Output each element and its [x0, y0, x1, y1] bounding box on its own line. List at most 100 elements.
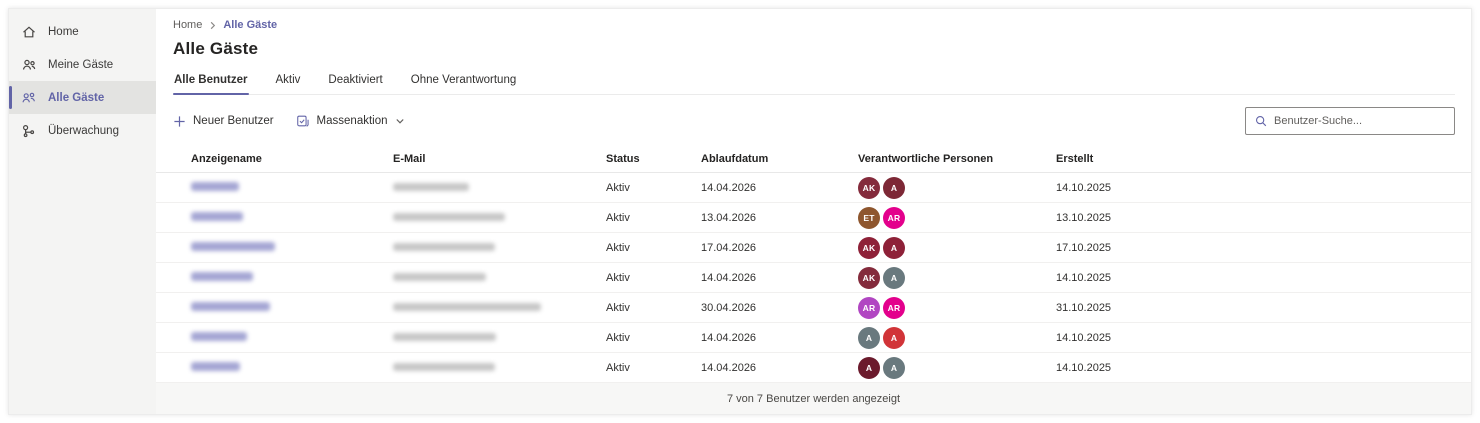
owners-cell: AA — [858, 326, 1056, 349]
guest-name-link[interactable] — [191, 301, 270, 311]
owner-avatar[interactable]: AK — [858, 266, 880, 289]
search-icon — [1255, 115, 1267, 127]
new-user-button[interactable]: Neuer Benutzer — [173, 110, 282, 133]
sidebar-item-meine-gaeste[interactable]: Meine Gäste — [9, 48, 156, 81]
guest-email-redacted — [393, 182, 469, 191]
tab-alle-benutzer[interactable]: Alle Benutzer — [173, 70, 249, 95]
guest-table: Anzeigename E-Mail Status Ablaufdatum Ve… — [156, 145, 1471, 383]
expiry-cell: 14.04.2026 — [701, 331, 757, 344]
owner-avatar[interactable]: A — [883, 356, 905, 379]
result-count-text: 7 von 7 Benutzer werden angezeigt — [726, 392, 901, 405]
sidebar-item-label: Meine Gäste — [48, 58, 114, 71]
user-search-box[interactable] — [1245, 107, 1455, 135]
sidebar-item-home[interactable]: Home — [9, 15, 156, 48]
expiry-cell: 30.04.2026 — [701, 301, 757, 314]
app-window: Home Meine Gäste Alle Gäste Überwachung … — [8, 8, 1472, 415]
expiry-cell: 13.04.2026 — [701, 211, 757, 224]
breadcrumb-home-link[interactable]: Home — [173, 19, 202, 31]
owner-avatar[interactable]: AR — [883, 296, 905, 319]
monitoring-icon — [21, 123, 37, 139]
sidebar: Home Meine Gäste Alle Gäste Überwachung — [9, 9, 156, 414]
status-cell: Aktiv — [606, 361, 630, 374]
all-guests-icon — [21, 90, 37, 106]
bulk-action-button[interactable]: Massenaktion — [296, 109, 413, 133]
breadcrumb-current[interactable]: Alle Gäste — [223, 19, 277, 31]
expiry-cell: 14.04.2026 — [701, 271, 757, 284]
main-content: Home Alle Gäste Alle Gäste Alle Benutzer… — [156, 9, 1471, 414]
table-body: Aktiv 14.04.2026 AK A 14.10.2025 Aktiv 13… — [156, 173, 1471, 383]
guest-email-redacted — [393, 242, 495, 251]
tab-ohne-verantwortung[interactable]: Ohne Verantwortung — [410, 70, 518, 94]
plus-icon — [174, 115, 185, 127]
owners-cell: AK A — [858, 236, 1056, 259]
guest-email-redacted — [393, 302, 541, 311]
status-cell: Aktiv — [606, 211, 630, 224]
status-cell: Aktiv — [606, 271, 630, 284]
column-ablaufdatum[interactable]: Ablaufdatum — [701, 153, 858, 165]
my-guests-icon — [21, 57, 37, 73]
tab-aktiv[interactable]: Aktiv — [275, 70, 302, 94]
owner-avatar[interactable]: ET — [858, 206, 880, 229]
created-cell: 14.10.2025 — [1056, 181, 1112, 194]
page-title: Alle Gäste — [173, 39, 259, 58]
owner-avatar[interactable]: AR — [883, 206, 905, 229]
guest-email-redacted — [393, 332, 496, 341]
guest-name-link[interactable] — [191, 181, 239, 191]
column-email[interactable]: E-Mail — [393, 153, 606, 165]
guest-name-link[interactable] — [191, 211, 243, 221]
guest-name-link[interactable] — [191, 361, 240, 371]
created-cell: 17.10.2025 — [1056, 241, 1112, 254]
created-cell: 14.10.2025 — [1056, 271, 1112, 284]
chevron-right-icon — [211, 21, 216, 29]
tab-deaktiviert[interactable]: Deaktiviert — [327, 70, 383, 94]
guest-email-redacted — [393, 272, 486, 281]
table-row: Aktiv 14.04.2026 AK A 14.10.2025 — [156, 173, 1471, 203]
guest-name-link[interactable] — [191, 331, 247, 341]
sidebar-item-alle-gaeste[interactable]: Alle Gäste — [9, 81, 156, 114]
sidebar-item-ueberwachung[interactable]: Überwachung — [9, 114, 156, 147]
table-header: Anzeigename E-Mail Status Ablaufdatum Ve… — [156, 145, 1471, 173]
owners-cell: AA — [858, 356, 1056, 379]
owner-avatar[interactable]: A — [883, 176, 905, 199]
table-row: Aktiv 13.04.2026 ET AR 13.10.2025 — [156, 203, 1471, 233]
owners-cell: ET AR — [858, 206, 1056, 229]
bulk-action-label: Massenaktion — [316, 115, 388, 127]
column-anzeigename[interactable]: Anzeigename — [191, 153, 393, 165]
guest-name-link[interactable] — [191, 271, 253, 281]
home-icon — [21, 24, 37, 40]
created-cell: 14.10.2025 — [1056, 331, 1112, 344]
owner-avatar[interactable]: AK — [858, 176, 880, 199]
table-row: Aktiv 14.04.2026 AK A 14.10.2025 — [156, 263, 1471, 293]
status-cell: Aktiv — [606, 331, 630, 344]
created-cell: 31.10.2025 — [1056, 301, 1112, 314]
created-cell: 14.10.2025 — [1056, 361, 1112, 374]
owner-avatar[interactable]: A — [883, 326, 905, 349]
breadcrumb: Home Alle Gäste — [173, 19, 1455, 31]
table-footer: 7 von 7 Benutzer werden angezeigt — [156, 383, 1471, 414]
owner-avatar[interactable]: AR — [858, 296, 880, 319]
owner-avatar[interactable]: A — [883, 236, 905, 259]
sidebar-item-label: Home — [48, 25, 79, 38]
expiry-cell: 14.04.2026 — [701, 181, 757, 194]
created-cell: 13.10.2025 — [1056, 211, 1112, 224]
owner-avatar[interactable]: A — [883, 266, 905, 289]
column-verantwortliche[interactable]: Verantwortliche Personen — [858, 153, 1056, 165]
search-input[interactable] — [1274, 115, 1445, 127]
table-row: Aktiv 14.04.2026 AA 14.10.2025 — [156, 353, 1471, 383]
status-cell: Aktiv — [606, 301, 630, 314]
bulk-action-icon — [296, 115, 309, 127]
column-status[interactable]: Status — [606, 153, 701, 165]
expiry-cell: 14.04.2026 — [701, 361, 757, 374]
expiry-cell: 17.04.2026 — [701, 241, 757, 254]
column-erstellt[interactable]: Erstellt — [1056, 153, 1455, 165]
owner-avatar[interactable]: AK — [858, 236, 880, 259]
sidebar-item-label: Alle Gäste — [48, 91, 105, 104]
owner-avatar[interactable]: A — [858, 356, 880, 379]
guest-email-redacted — [393, 212, 505, 221]
guest-name-link[interactable] — [191, 241, 275, 251]
owners-cell: AR AR — [858, 296, 1056, 319]
status-cell: Aktiv — [606, 181, 630, 194]
owner-avatar[interactable]: A — [858, 326, 880, 349]
table-row: Aktiv 17.04.2026 AK A 17.10.2025 — [156, 233, 1471, 263]
toolbar: Neuer Benutzer Massenaktion — [156, 101, 1471, 141]
